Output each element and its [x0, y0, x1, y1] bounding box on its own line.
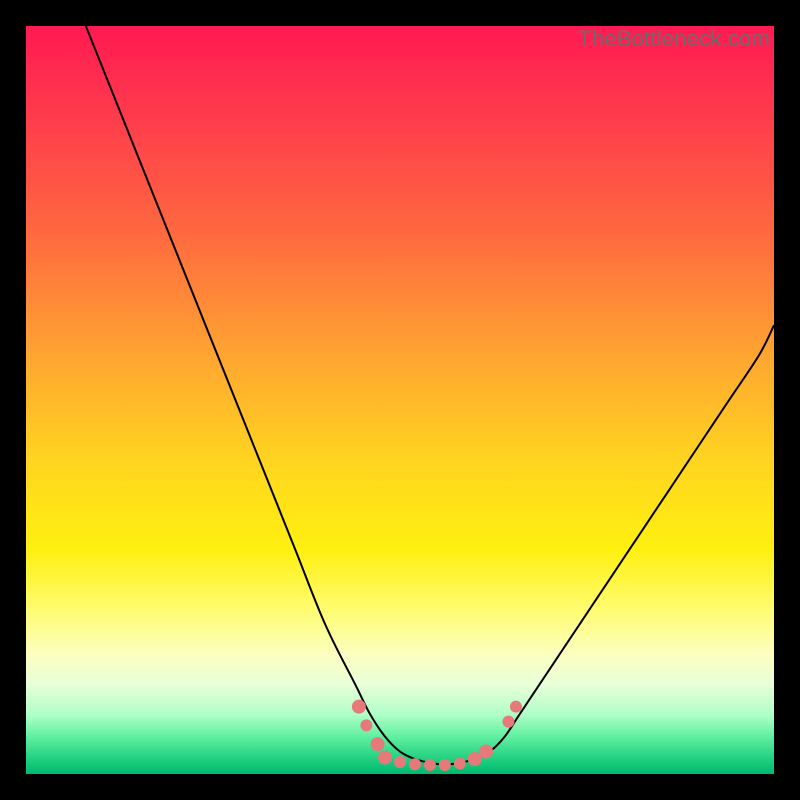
data-marker [409, 758, 421, 770]
chart-frame: TheBottleneck.com [0, 0, 800, 800]
data-marker [352, 700, 366, 714]
curve-right-branch [445, 325, 774, 765]
curve-left-branch [86, 26, 445, 765]
data-marker [371, 737, 385, 751]
plot-area [26, 26, 774, 774]
bottleneck-curve [86, 26, 774, 765]
data-marker [424, 759, 436, 771]
data-marker [439, 759, 451, 771]
data-marker [510, 701, 522, 713]
data-marker [479, 745, 493, 759]
data-marker [378, 751, 392, 765]
data-marker [502, 716, 514, 728]
watermark-text: TheBottleneck.com [578, 26, 770, 52]
curve-overlay [26, 26, 774, 774]
data-marker [454, 758, 466, 770]
marker-group [352, 700, 522, 771]
data-marker [360, 719, 372, 731]
data-marker [394, 756, 406, 768]
